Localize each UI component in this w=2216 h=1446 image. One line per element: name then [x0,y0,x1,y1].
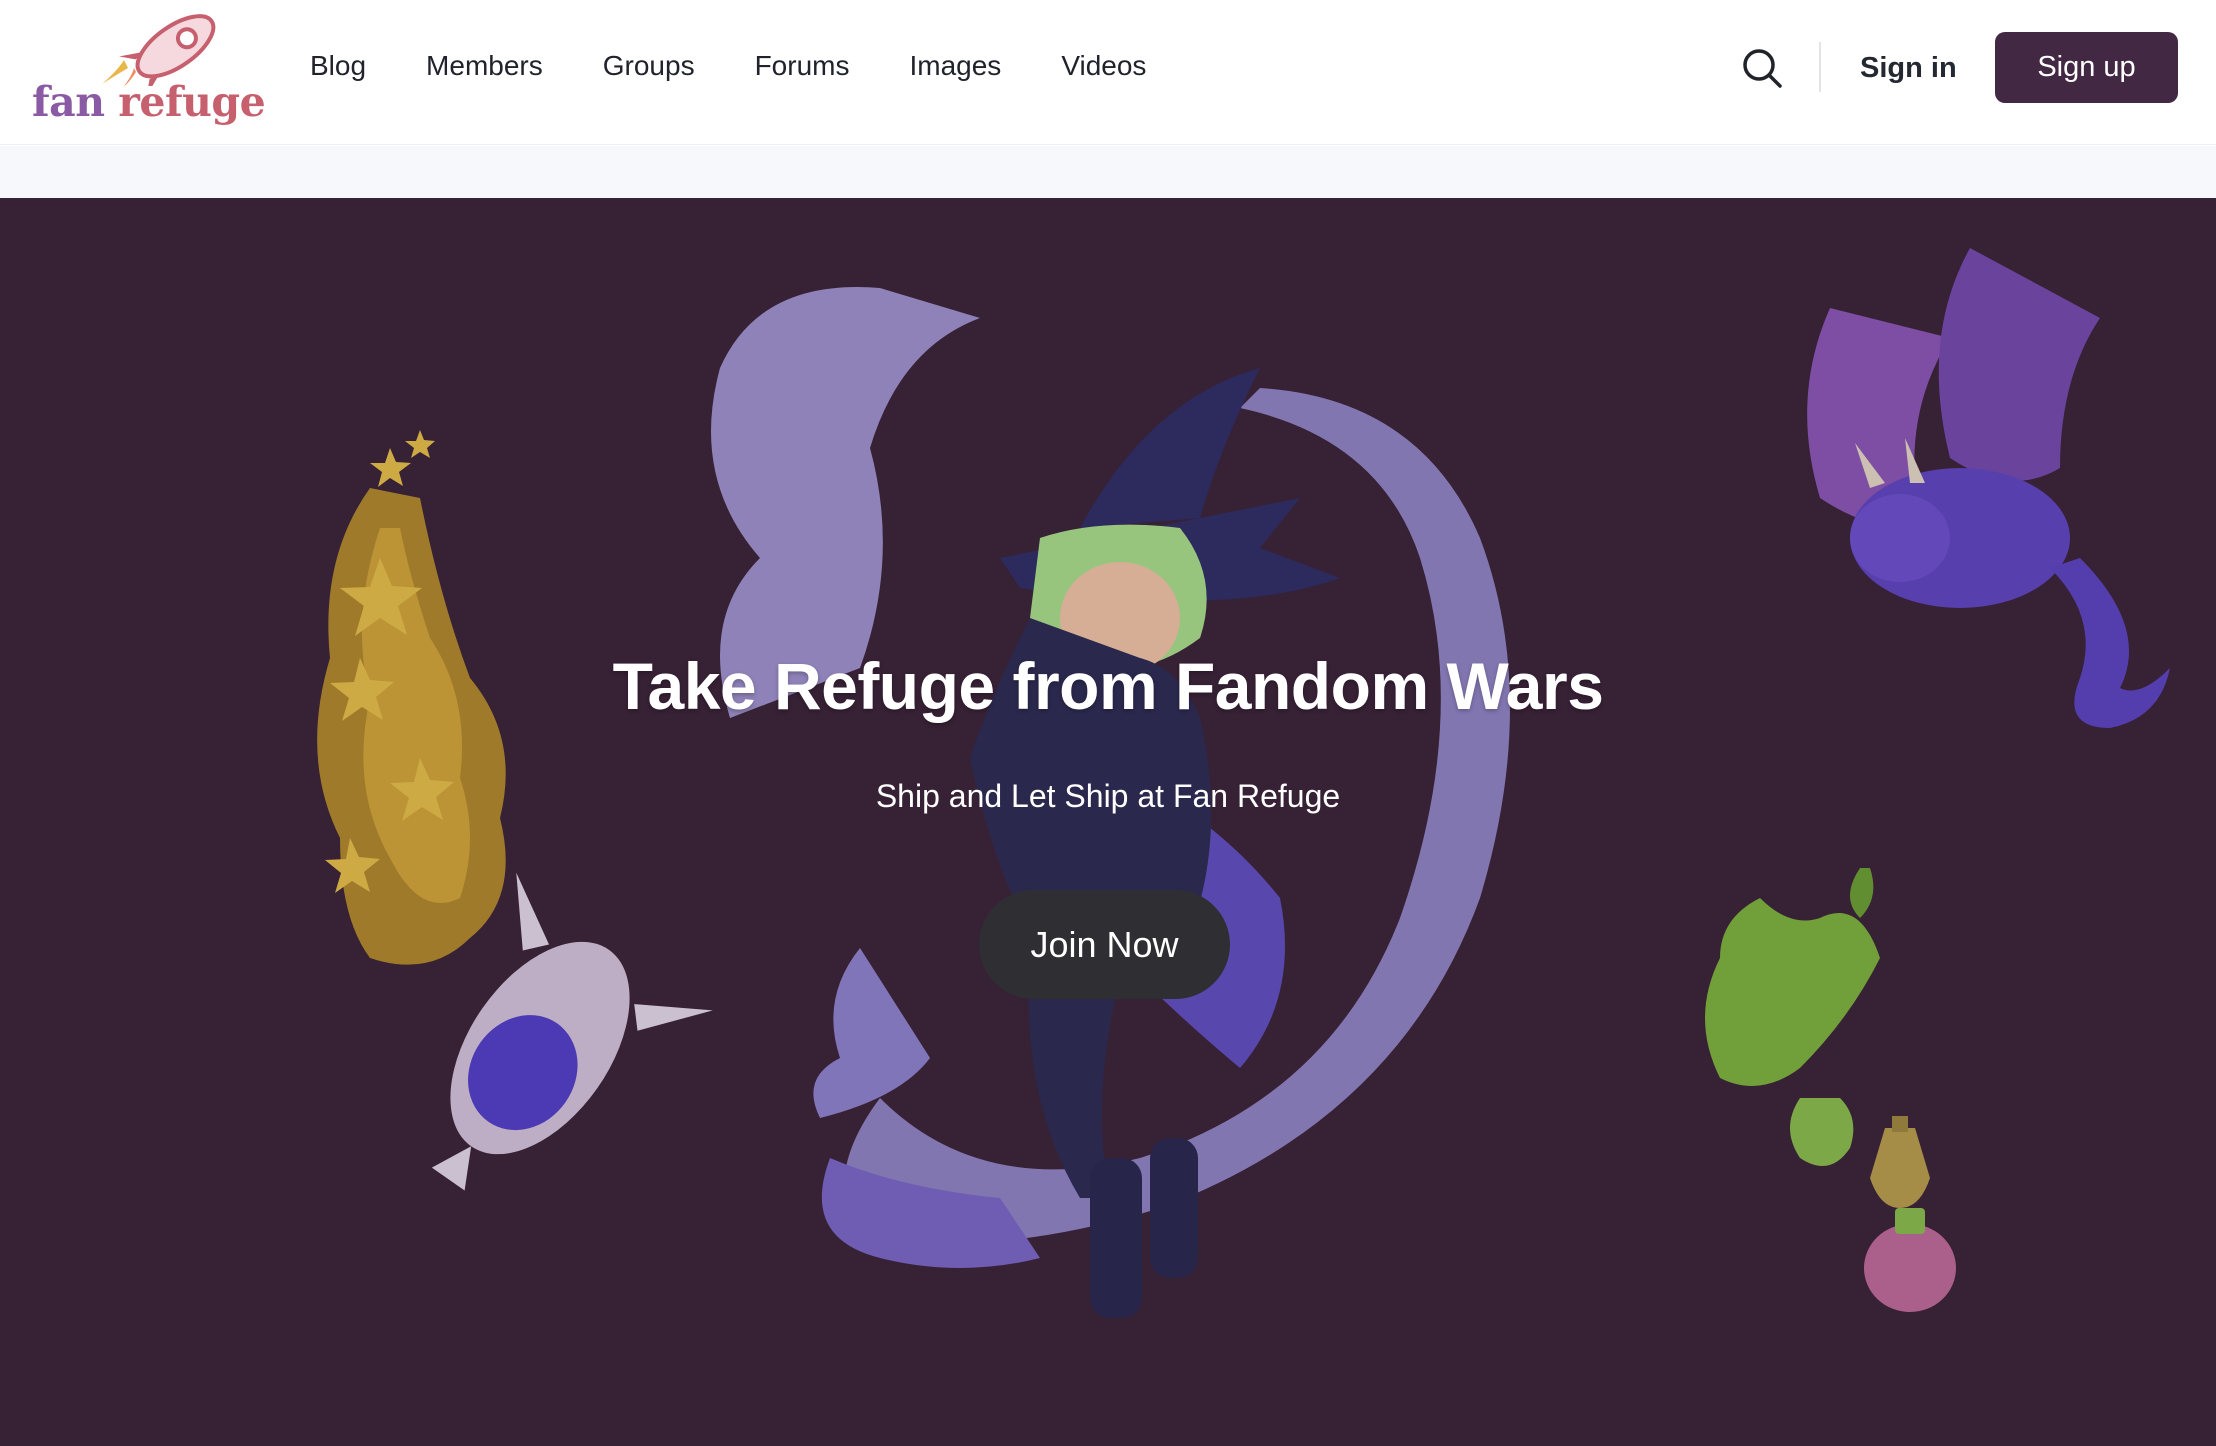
sign-in-button[interactable]: Sign in [1860,44,1957,92]
main-nav: Blog Members Groups Forums Images Videos [310,44,1206,88]
logo-word-fan: fan [32,78,105,126]
sub-header-bar [0,146,2216,198]
nav-groups[interactable]: Groups [603,44,695,88]
join-now-button[interactable]: Join Now [979,890,1230,999]
site-header: fan refuge Blog Members Groups Forums Im… [0,0,2216,145]
hero-illustration [0,198,2216,1446]
nav-images[interactable]: Images [909,44,1001,88]
nav-forums[interactable]: Forums [755,44,850,88]
sign-up-button[interactable]: Sign up [1995,32,2178,103]
logo-word-refuge: refuge [118,78,266,126]
hero-subtitle: Ship and Let Ship at Fan Refuge [875,778,1341,814]
rocket-icon [102,14,216,86]
hero-title: Take Refuge from Fandom Wars [612,649,1604,723]
nav-members[interactable]: Members [426,44,543,88]
hero-banner: Take Refuge from Fandom Wars Ship and Le… [0,198,2216,1446]
header-divider [1819,42,1821,92]
nav-videos[interactable]: Videos [1061,44,1146,88]
site-logo[interactable]: fan refuge [28,10,266,130]
logo-wordmark: fan refuge [32,78,266,126]
nav-blog[interactable]: Blog [310,44,366,88]
search-icon[interactable] [1740,46,1784,90]
